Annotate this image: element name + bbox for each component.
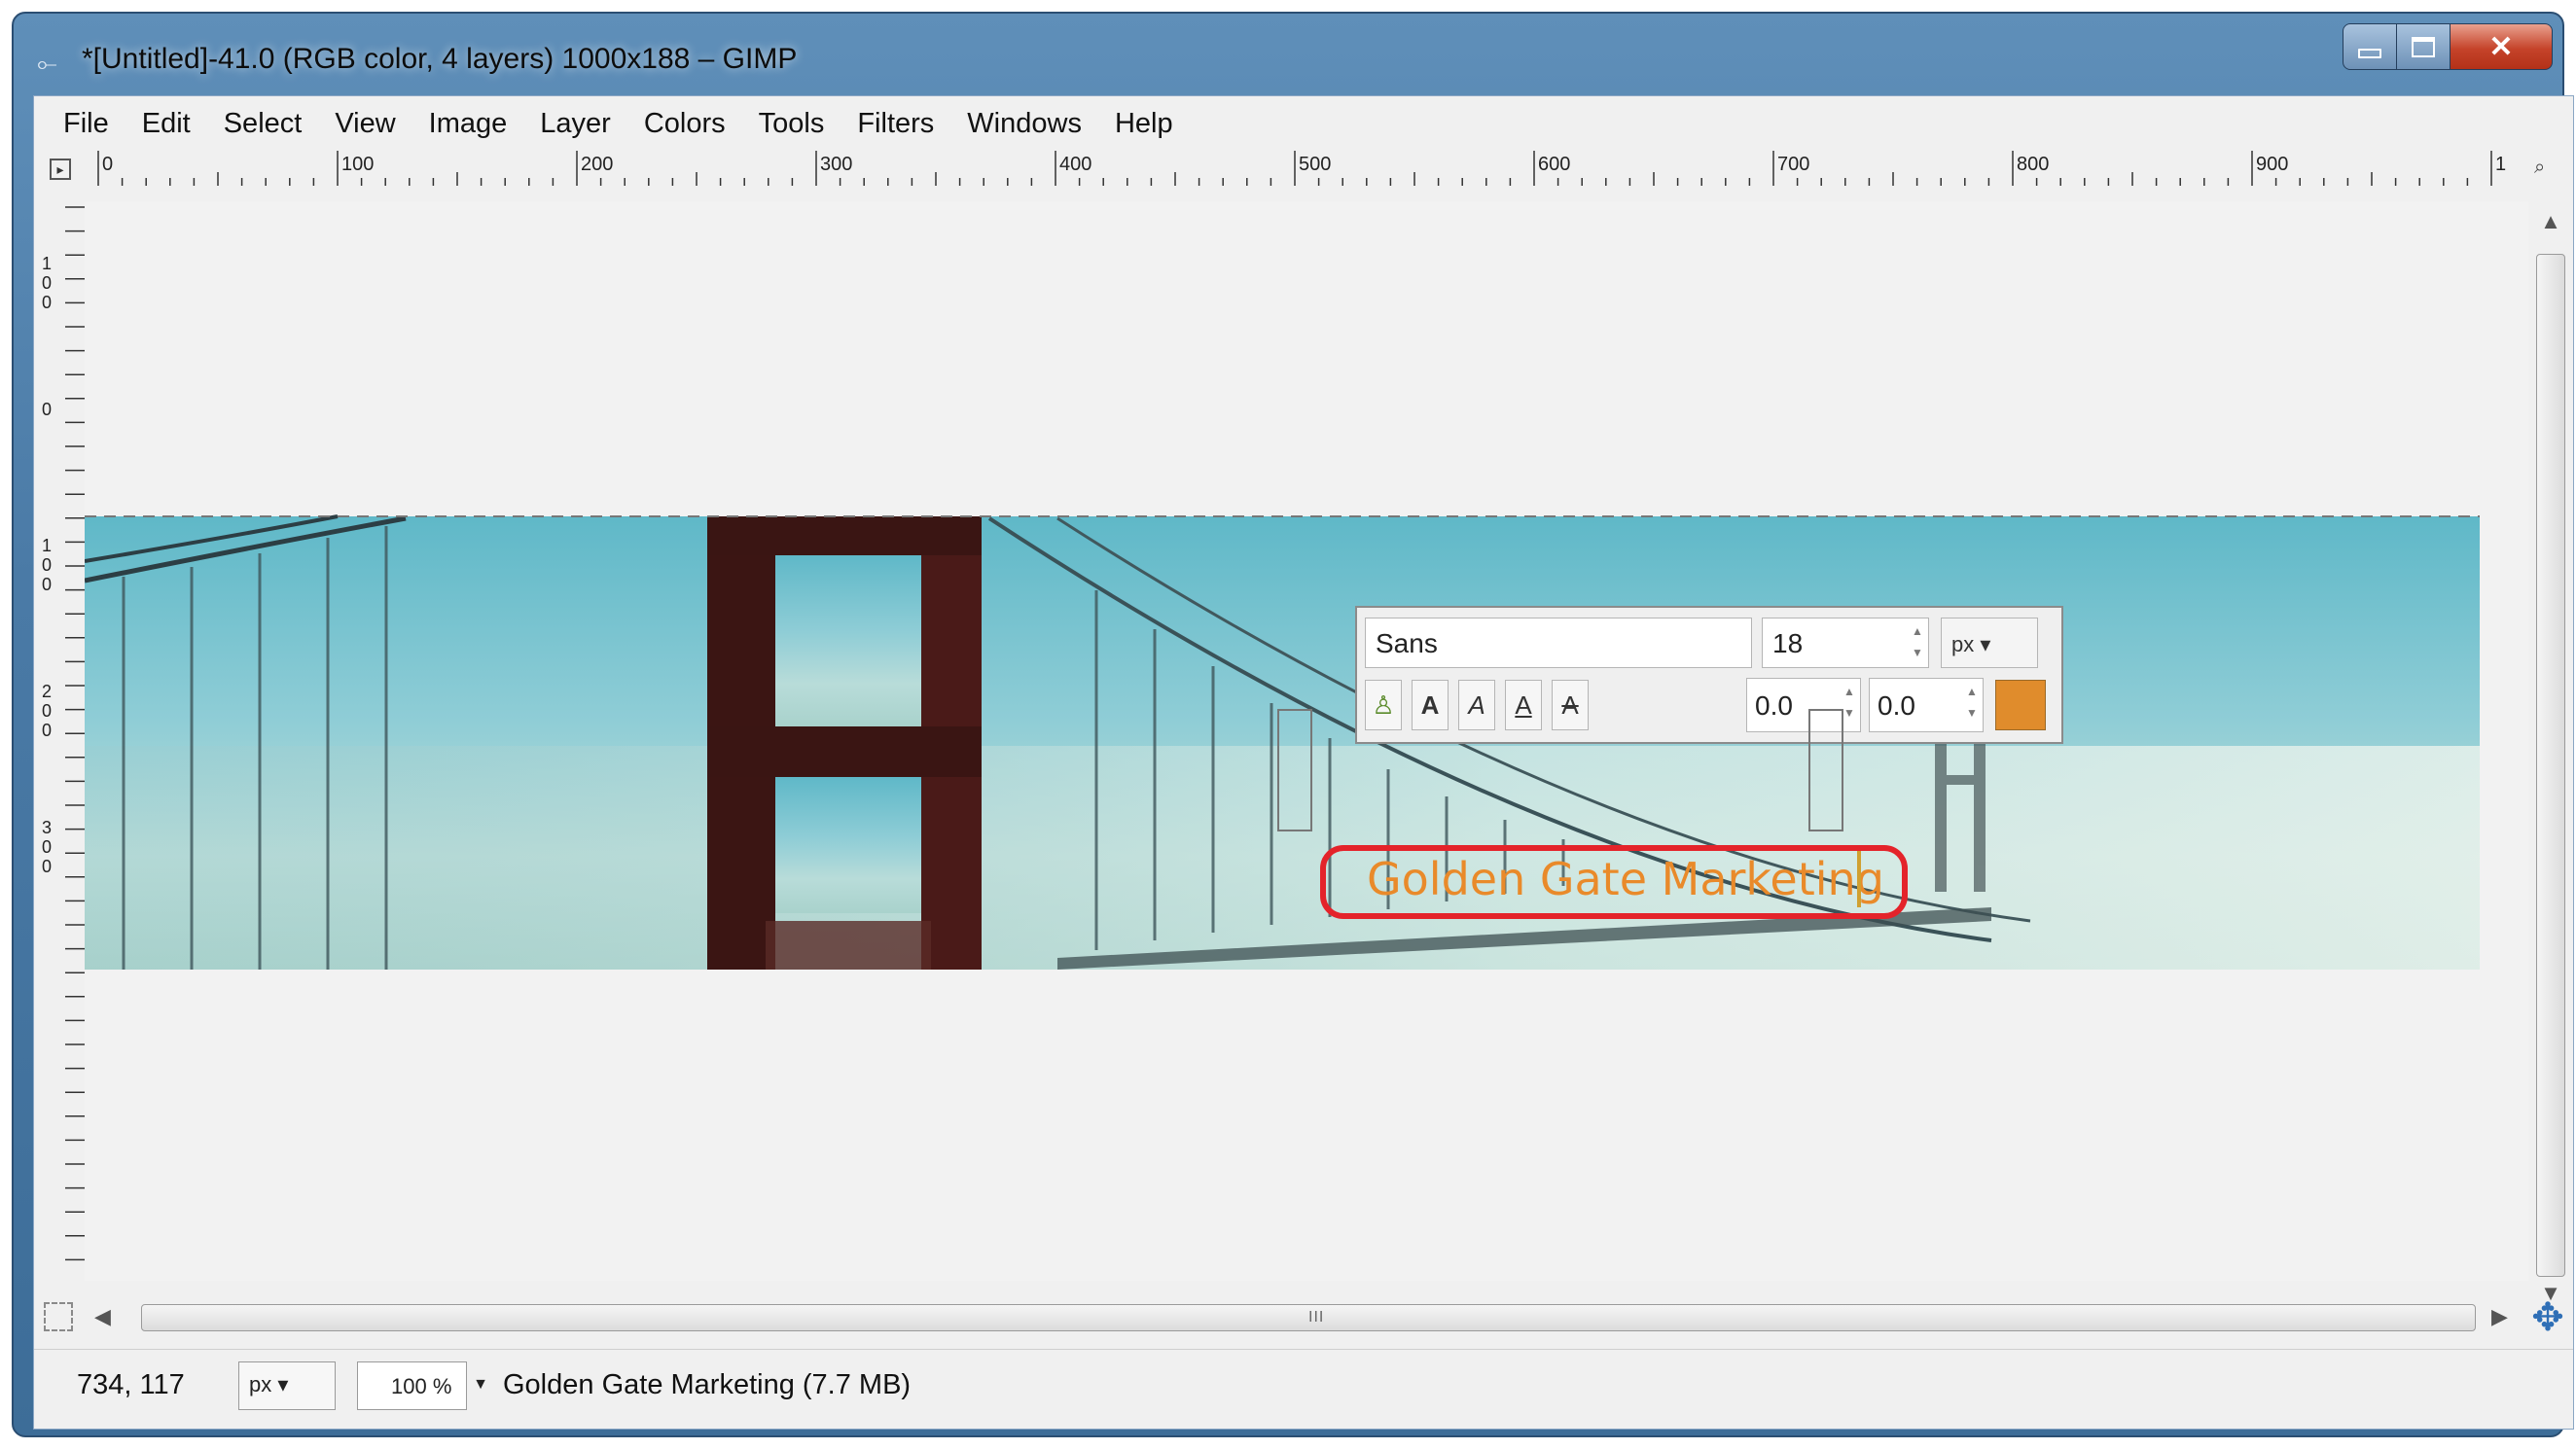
gimp-app-icon[interactable]: ⟜ — [37, 49, 57, 80]
unit-selector[interactable]: px ▾ — [238, 1361, 336, 1410]
font-field[interactable]: Sans — [1365, 618, 1752, 668]
ruler-label: 0 — [42, 701, 52, 721]
menu-image[interactable]: Image — [429, 108, 508, 140]
ruler-label: 0 — [42, 555, 52, 575]
menu-colors[interactable]: Colors — [644, 108, 726, 140]
gimp-window: ⟜ *[Untitled]-41.0 (RGB color, 4 layers)… — [12, 12, 2574, 1437]
baseline-field[interactable]: 0.0 ▲ ▼ — [1746, 678, 1861, 732]
navigate-icon[interactable]: ✥ — [2528, 1298, 2567, 1337]
kerning-spinner[interactable]: ▲ ▼ — [1963, 681, 1981, 725]
underline-icon: A — [1515, 690, 1532, 720]
ruler-label: 200 — [581, 154, 613, 175]
canvas-area[interactable]: Sans 18 ▲ ▼ px ▾ ♙ A A A A 0.0 ▲ ▼ 0.0 ▲ ▼ Go… — [85, 201, 2528, 1281]
menu-help[interactable]: Help — [1115, 108, 1173, 140]
ruler-label: 700 — [1777, 154, 1809, 175]
zoom-image-icon[interactable]: ⌕ — [2534, 157, 2559, 182]
ruler-label: 0 — [42, 837, 52, 857]
scroll-grip: III — [1308, 1309, 1325, 1325]
ruler-label: 600 — [1538, 154, 1570, 175]
bold-button[interactable]: A — [1412, 680, 1449, 730]
maximize-button[interactable] — [2397, 23, 2451, 70]
menu-edit[interactable]: Edit — [142, 108, 191, 140]
ruler-label: 900 — [2256, 154, 2288, 175]
on-canvas-text-toolbar: Sans 18 ▲ ▼ px ▾ ♙ A A A A 0.0 ▲ ▼ 0.0 ▲ ▼ — [1355, 606, 2063, 744]
zoom-dropdown-arrow-icon[interactable]: ▼ — [466, 1361, 494, 1410]
vertical-ruler[interactable]: 1000100200300 — [34, 201, 85, 1281]
close-button[interactable]: ✕ — [2451, 23, 2553, 70]
caption-buttons: ✕ — [2343, 23, 2553, 70]
menu-windows[interactable]: Windows — [967, 108, 1082, 140]
baseline-value: 0.0 — [1755, 690, 1793, 721]
horizontal-ruler[interactable]: 0 100 200 300 400 500 600 700 800 900 1 — [92, 151, 2524, 186]
bold-icon: A — [1420, 690, 1440, 720]
kerning-field[interactable]: 0.0 ▲ ▼ — [1869, 678, 1984, 732]
menu-view[interactable]: View — [335, 108, 395, 140]
underline-button[interactable]: A — [1505, 680, 1542, 730]
horizontal-scroll-thumb[interactable]: III — [141, 1304, 2476, 1331]
vertical-scrollbar[interactable]: ▲ ▼ — [2528, 201, 2573, 1368]
strikethrough-icon: A — [1561, 690, 1579, 720]
ruler-label: 1 — [2495, 154, 2506, 175]
font-size-spinner[interactable]: ▲ ▼ — [1909, 620, 1926, 665]
horizontal-scrollbar[interactable]: ◀ III ▶ — [85, 1300, 2528, 1335]
ruler-label: 0 — [42, 400, 52, 419]
ruler-label: 300 — [820, 154, 852, 175]
scroll-right-arrow-icon[interactable]: ▶ — [2491, 1304, 2508, 1329]
menu-file[interactable]: File — [63, 108, 109, 140]
ruler-label: 0 — [42, 293, 52, 312]
close-icon: ✕ — [2488, 30, 2514, 63]
ruler-label: 100 — [341, 154, 374, 175]
quick-mask-toggle[interactable] — [44, 1302, 73, 1331]
vertical-scroll-thumb[interactable] — [2536, 254, 2565, 1277]
clear-style-button[interactable]: ♙ — [1365, 680, 1402, 730]
menu-layer[interactable]: Layer — [540, 108, 611, 140]
ruler-label: 1 — [42, 536, 52, 555]
size-unit-value: px — [1951, 632, 1975, 656]
text-color-button[interactable] — [1995, 680, 2046, 730]
ruler-label: 0 — [102, 154, 113, 175]
kerning-value: 0.0 — [1878, 690, 1915, 721]
title-bar[interactable]: ⟜ *[Untitled]-41.0 (RGB color, 4 layers)… — [14, 14, 2562, 97]
text-box-handle-right[interactable] — [1808, 709, 1843, 831]
maximize-icon — [2412, 36, 2435, 57]
minimize-button[interactable] — [2343, 23, 2397, 70]
font-size-value: 18 — [1772, 628, 1804, 658]
menu-filters[interactable]: Filters — [857, 108, 934, 140]
menu-tools[interactable]: Tools — [759, 108, 825, 140]
strikethrough-button[interactable]: A — [1552, 680, 1589, 730]
text-layer-content[interactable]: Golden Gate Marketing — [1367, 853, 1884, 905]
italic-icon: A — [1468, 690, 1485, 720]
status-bar: 734, 117 px ▾ 100 % ▼ Golden Gate Market… — [34, 1349, 2573, 1422]
pointer-coordinates: 734, 117 — [77, 1369, 185, 1400]
size-unit-dropdown[interactable]: px ▾ — [1941, 618, 2038, 668]
ruler-label: 0 — [42, 857, 52, 876]
ruler-label: 1 — [42, 254, 52, 273]
ruler-label: 0 — [42, 575, 52, 594]
quick-menu-button[interactable]: ▸ — [50, 159, 71, 180]
ruler-label: 0 — [42, 273, 52, 293]
status-message: Golden Gate Marketing (7.7 MB) — [503, 1369, 912, 1400]
menu-bar: File Edit Select View Image Layer Colors… — [34, 96, 2573, 151]
ruler-label: 400 — [1059, 154, 1091, 175]
scroll-up-arrow-icon[interactable]: ▲ — [2536, 209, 2565, 238]
bridge-tower — [707, 516, 982, 970]
ruler-label: 2 — [42, 682, 52, 701]
minimize-icon — [2358, 49, 2381, 58]
window-title: *[Untitled]-41.0 (RGB color, 4 layers) 1… — [82, 43, 798, 75]
scroll-left-arrow-icon[interactable]: ◀ — [94, 1304, 111, 1329]
font-size-field[interactable]: 18 ▲ ▼ — [1762, 618, 1929, 668]
image-window-client: File Edit Select View Image Layer Colors… — [33, 95, 2574, 1430]
horizontal-ruler-bar: ▸ 0 100 200 300 400 500 600 700 800 900 1 ⌕ — [34, 151, 2573, 186]
zoom-selector[interactable]: 100 % ▼ — [357, 1361, 494, 1410]
ruler-label: 500 — [1299, 154, 1331, 175]
ruler-label: 0 — [42, 721, 52, 740]
unit-value: px — [249, 1372, 272, 1396]
zoom-value: 100 % — [391, 1374, 452, 1398]
italic-button[interactable]: A — [1458, 680, 1495, 730]
text-cursor — [1857, 851, 1861, 907]
ruler-label: 800 — [2017, 154, 2049, 175]
menu-select[interactable]: Select — [224, 108, 303, 140]
text-box-handle-left[interactable] — [1277, 709, 1312, 831]
ruler-label: 3 — [42, 818, 52, 837]
